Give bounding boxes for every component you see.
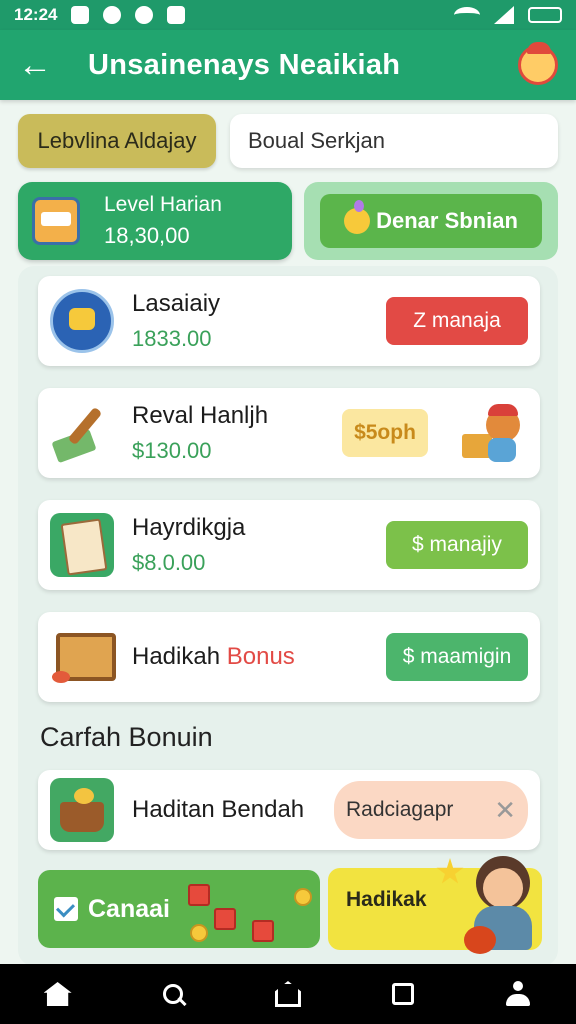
nav-search[interactable]: [153, 974, 193, 1014]
reward-action-button[interactable]: $5oph: [342, 409, 428, 457]
level-card[interactable]: Level Harian 18,30,00: [18, 182, 292, 260]
square-icon: [392, 983, 415, 1005]
board-icon: [50, 625, 116, 689]
reward-item[interactable]: Lasaiaiy 1833.00 Z manaja: [38, 276, 540, 366]
gift-cube-icon: [188, 884, 210, 906]
broom-icon: [50, 401, 114, 465]
battery-icon: [528, 7, 562, 23]
bonus-tag[interactable]: Radciagapr ✕: [334, 781, 528, 839]
person-icon: [505, 981, 531, 1007]
status-bar: 12:24: [0, 0, 576, 30]
canaai-button[interactable]: Canaai: [38, 870, 320, 948]
reward-item[interactable]: Hadikah Bonus $ maamigin: [38, 612, 540, 702]
hadikak-label: Hadikak: [346, 888, 427, 911]
reward-name: Lasaiaiy: [132, 290, 221, 317]
coin-icon: [294, 888, 312, 906]
level-title: Level Harian: [104, 193, 222, 216]
reward-action-button[interactable]: $ manajiy: [386, 521, 528, 569]
dinar-button-label: Denar Sbnian: [376, 208, 518, 233]
reward-action-button[interactable]: $ maamigin: [386, 633, 528, 681]
nav-recents[interactable]: [383, 974, 423, 1014]
checkbox-icon: [54, 897, 78, 921]
status-time: 12:24: [14, 5, 58, 24]
dinar-button[interactable]: Denar Sbnian: [320, 194, 542, 248]
coin-icon: [344, 200, 371, 234]
fox-mascot-icon: [462, 404, 526, 464]
reward-name: Hayrdikgja: [132, 514, 246, 541]
level-value: 18,30,00: [104, 223, 190, 248]
nav-house[interactable]: [268, 974, 308, 1014]
profile-avatar[interactable]: [518, 42, 558, 85]
nav-home[interactable]: [38, 974, 78, 1014]
reward-action-button[interactable]: Z manaja: [386, 297, 528, 345]
reward-amount: $130.00: [132, 438, 212, 463]
signal-icon: [494, 6, 514, 24]
reward-item[interactable]: Hayrdikgja $8.0.00 $ manajiy: [38, 500, 540, 590]
message-icon: [167, 6, 186, 24]
bonus-item[interactable]: Haditan Bendah Radciagapr ✕: [38, 770, 540, 850]
gift-cube-icon: [214, 908, 236, 930]
hadikak-card[interactable]: Hadikak: [328, 856, 542, 954]
promo-row: Canaai Hadikak: [38, 856, 542, 954]
filter-row: Lebvlina Aldajay Boual Serkjan: [18, 114, 558, 168]
girl-mascot-icon: [464, 856, 536, 954]
bonus-name: Haditan Bendah: [132, 796, 305, 823]
canaai-label: Canaai: [88, 894, 170, 923]
close-icon[interactable]: ✕: [494, 795, 516, 826]
bonus-tag-label: Radciagapr: [346, 798, 454, 821]
reward-amount: 1833.00: [132, 326, 212, 351]
page-title: Unsainenays Neaikiah: [88, 48, 401, 81]
robot-icon: [32, 197, 80, 245]
notification-icon: [71, 6, 90, 24]
gift-cube-icon: [252, 920, 274, 942]
dinar-container: Denar Sbnian: [304, 182, 558, 260]
reward-name: Reval Hanljh: [132, 402, 269, 429]
wifi-icon: [454, 7, 480, 23]
reward-amount: $8.0.00: [132, 550, 206, 575]
bonus-highlight: Bonus: [226, 643, 295, 670]
section-title: Carfah Bonuin: [40, 722, 213, 752]
bottom-nav: [0, 964, 576, 1024]
reward-item[interactable]: Reval Hanljh $130.00 $5oph: [38, 388, 540, 478]
app-bar: ← Unsainenays Neaikiah: [0, 30, 576, 100]
house-outline-icon: [274, 981, 301, 1007]
coin-badge-icon: [50, 289, 114, 353]
summary-row: Level Harian 18,30,00 Denar Sbnian: [18, 182, 558, 260]
nav-profile[interactable]: [498, 974, 538, 1014]
reward-name-plain: Hadikah: [132, 643, 227, 670]
search-input[interactable]: Boual Serkjan: [230, 114, 558, 168]
category-chip[interactable]: Lebvlina Aldajay: [18, 114, 216, 168]
reward-name: Hadikah Bonus: [132, 643, 295, 671]
sync-icon: [103, 6, 122, 24]
notepad-icon: [50, 513, 114, 577]
search-icon: [162, 984, 183, 1004]
back-arrow-icon[interactable]: ←: [18, 46, 62, 85]
coin-icon: [190, 924, 208, 942]
home-icon: [43, 982, 72, 1006]
basket-icon: [50, 778, 114, 842]
location-icon: [135, 6, 154, 24]
